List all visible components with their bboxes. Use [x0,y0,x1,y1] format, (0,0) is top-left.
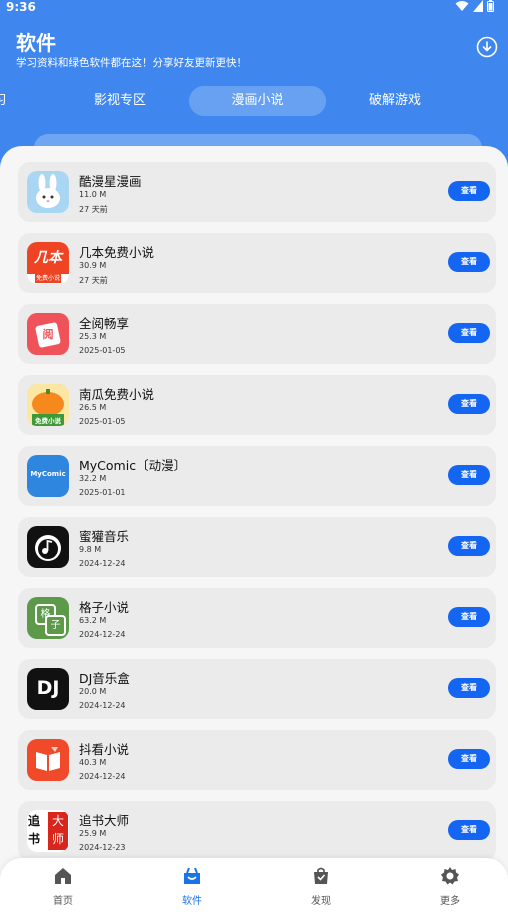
app-date: 27 天前 [79,205,108,214]
gezi-icon: 格 子 [27,597,69,639]
category-tabs: 习 影视专区 漫画小说 破解游戏 [0,86,508,118]
app-name: DJ音乐盒 [79,671,130,686]
list-item[interactable]: 抖看小说 40.3 M 2024-12-24 查看 [18,730,496,790]
bag-icon [314,867,328,884]
list-item[interactable]: 几本 免费小说 几本免费小说 30.9 M 27 天前 查看 [18,233,496,293]
app-name: 抖看小说 [79,742,130,757]
nav-software[interactable]: 软件 [162,866,222,907]
jiben-logo-sub: 免费小说 [35,274,61,283]
list-item[interactable]: 酷漫星漫画 11.0 M 27 天前 查看 [18,162,496,222]
app-size: 25.9 M [79,829,107,838]
view-button[interactable]: 查看 [448,181,490,201]
gear-icon [441,867,459,885]
status-icons [455,0,494,12]
app-list: 酷漫星漫画 11.0 M 27 天前 查看 几本 免费小说 几本免费小说 30.… [0,146,508,918]
app-size: 26.5 M [79,403,107,412]
wifi-icon [455,1,469,11]
mycomic-logo-text: MyComic [30,470,66,478]
app-size: 9.8 M [79,545,102,554]
download-icon[interactable] [476,36,498,58]
app-date: 2025-01-05 [79,417,126,426]
jiben-icon: 几本 免费小说 [27,242,69,284]
app-date: 2024-12-24 [79,630,126,639]
pumpkin-icon: 免费小说 [27,384,69,426]
music-note-icon [27,526,69,568]
bottom-nav: 首页 软件 发现 更多 [0,858,508,918]
app-name: 酷漫星漫画 [79,174,142,189]
zhuishu-logo-sub: 大师 [48,812,68,850]
zhuishu-logo-text: 追书 [28,814,41,846]
page-title: 软件 [16,31,56,55]
list-item[interactable]: 追书 大师 追书大师 25.9 M 2024-12-23 查看 [18,801,496,861]
app-size: 32.2 M [79,474,107,483]
software-icon [184,867,200,884]
app-date: 2024-12-24 [79,772,126,781]
view-button[interactable]: 查看 [448,465,490,485]
tab-cracked-games[interactable]: 破解游戏 [355,86,435,116]
dj-icon: DJ [27,668,69,710]
pumpkin-logo-sub: 免费小说 [35,417,61,425]
jiben-logo-text: 几本 [27,242,69,274]
view-button[interactable]: 查看 [448,678,490,698]
app-name: 蜜獾音乐 [79,529,130,544]
nav-label: 首页 [53,896,73,907]
tab-comics-novels[interactable]: 漫画小说 [189,86,326,116]
app-date: 2025-01-05 [79,346,126,355]
list-item[interactable]: 阅 全阅畅享 25.3 M 2025-01-05 查看 [18,304,496,364]
app-size: 20.0 M [79,687,107,696]
list-item[interactable]: 蜜獾音乐 9.8 M 2024-12-24 查看 [18,517,496,577]
view-button[interactable]: 查看 [448,749,490,769]
status-bar: 9:36 [0,0,508,16]
open-book-icon [27,739,69,781]
tab-movies[interactable]: 影视专区 [80,86,160,116]
home-icon [55,868,71,884]
signal-icon [473,0,483,12]
app-name: 格子小说 [79,600,130,615]
nav-label: 软件 [182,896,202,907]
app-size: 30.9 M [79,261,107,270]
app-date: 2024-12-23 [79,843,126,852]
app-size: 25.3 M [79,332,107,341]
status-time: 9:36 [6,0,36,14]
view-button[interactable]: 查看 [448,394,490,414]
app-name: 几本免费小说 [79,245,155,260]
app-name: MyComic〔动漫〕 [79,458,187,473]
app-size: 40.3 M [79,758,107,767]
zhuishu-icon: 追书 大师 [27,810,69,852]
app-date: 27 天前 [79,276,108,285]
app-date: 2024-12-24 [79,701,126,710]
view-button[interactable]: 查看 [448,820,490,840]
view-button[interactable]: 查看 [448,536,490,556]
list-item[interactable]: MyComic MyComic〔动漫〕 32.2 M 2025-01-01 查看 [18,446,496,506]
bunny-icon [27,171,69,213]
nav-home[interactable]: 首页 [33,866,93,907]
gezi-logo-sub: 子 [45,615,66,636]
book-icon: 阅 [27,313,69,355]
nav-label: 发现 [311,896,331,907]
list-item[interactable]: 免费小说 南瓜免费小说 26.5 M 2025-01-05 查看 [18,375,496,435]
app-name: 南瓜免费小说 [79,387,155,402]
view-button[interactable]: 查看 [448,323,490,343]
app-name: 追书大师 [79,813,130,828]
battery-icon [487,0,494,12]
app-date: 2025-01-01 [79,488,126,497]
dj-logo-text: DJ [36,677,60,699]
nav-label: 更多 [440,896,460,907]
app-size: 63.2 M [79,616,107,625]
nav-more[interactable]: 更多 [420,866,480,907]
app-date: 2024-12-24 [79,559,126,568]
app-size: 11.0 M [79,190,107,199]
mycomic-icon: MyComic [27,455,69,497]
nav-discover[interactable]: 发现 [291,866,351,907]
view-button[interactable]: 查看 [448,607,490,627]
list-item[interactable]: 格 子 格子小说 63.2 M 2024-12-24 查看 [18,588,496,648]
tab-study[interactable]: 习 [0,86,10,116]
app-name: 全阅畅享 [79,316,130,331]
view-button[interactable]: 查看 [448,252,490,272]
book-logo-text: 阅 [42,328,54,341]
page-subtitle: 学习资料和绿色软件都在这！分享好友更新更快！ [16,57,247,69]
list-item[interactable]: DJ DJ音乐盒 20.0 M 2024-12-24 查看 [18,659,496,719]
